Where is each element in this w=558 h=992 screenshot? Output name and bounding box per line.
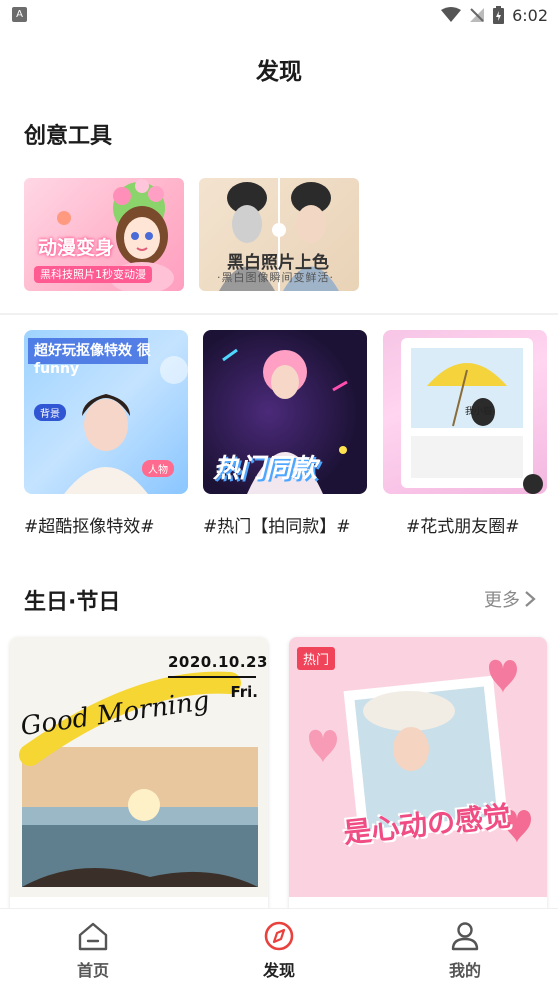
tab-home-label: 首页: [76, 961, 109, 980]
anime-transform-subtitle: 黑科技照片1秒变动漫: [34, 266, 152, 283]
no-signal-icon: [470, 8, 485, 22]
hot-same-style-topic-label[interactable]: #热门【拍同款】#: [203, 512, 351, 537]
hot-same-style-topic-card[interactable]: 热门同款: [203, 330, 367, 494]
tab-mine-label: 我的: [448, 961, 481, 980]
clock: 6:02: [512, 5, 548, 25]
section-divider: [0, 313, 558, 315]
chevron-right-icon: [525, 591, 536, 607]
card-weekday: Fri.: [230, 683, 258, 701]
cutout-effect-topic-card[interactable]: 超好玩抠像特效 很funny 背景 人物: [24, 330, 188, 494]
battery-icon: [493, 6, 505, 24]
anime-transform-label: 动漫变身: [38, 237, 115, 259]
birthday-holiday-title: 生日·节日: [24, 590, 121, 615]
moments-topic-card[interactable]: 我小猫: [383, 330, 547, 494]
background-tag: 背景: [34, 404, 66, 421]
bottom-tab-bar: 首页 发现 我的: [0, 908, 558, 992]
creative-tools-title: 创意工具: [24, 124, 113, 149]
cutout-effect-banner-text: 超好玩抠像特效 很funny: [34, 343, 151, 377]
cutout-effect-topic-label[interactable]: #超酷抠像特效#: [24, 512, 155, 537]
more-link-label: 更多: [484, 590, 520, 611]
anime-transform-card[interactable]: 动漫变身 黑科技照片1秒变动漫: [24, 178, 184, 291]
heartbeat-feeling-card[interactable]: 热门 是心动の感觉 慢慢心平心动的感觉: [289, 637, 547, 937]
tab-mine[interactable]: 我的: [425, 921, 505, 981]
status-bar: A 6:02: [0, 0, 558, 30]
home-icon: [78, 922, 108, 951]
heartbeat-feeling-illustration: [289, 637, 547, 897]
tab-discover[interactable]: 发现: [239, 921, 319, 981]
colorize-photo-card[interactable]: 黑白照片上色 ·黑白图像瞬间变鲜活·: [199, 178, 359, 291]
more-link[interactable]: 更多: [484, 586, 536, 612]
person-tag: 人物: [142, 460, 174, 477]
wifi-icon: [441, 7, 462, 22]
page-title: 发现: [256, 59, 302, 85]
moments-topic-label[interactable]: #花式朋友圈#: [406, 512, 520, 537]
hot-badge: 热门: [297, 647, 336, 670]
card-date: 2020.10.23: [168, 653, 268, 671]
compass-icon: [264, 921, 294, 951]
colorize-photo-subtitle: ·黑白图像瞬间变鲜活·: [217, 271, 334, 284]
good-morning-card[interactable]: Good Morning 2020.10.23 Fri. 动态日高清伍: [10, 637, 268, 937]
tab-home[interactable]: 首页: [53, 921, 133, 981]
hot-same-style-banner-text: 热门同款: [213, 454, 318, 484]
notification-a-icon: A: [12, 7, 27, 22]
good-morning-illustration: [10, 637, 268, 897]
moments-banner-text: 我小猫: [465, 407, 493, 417]
user-icon: [451, 922, 479, 951]
tab-discover-label: 发现: [262, 961, 295, 980]
